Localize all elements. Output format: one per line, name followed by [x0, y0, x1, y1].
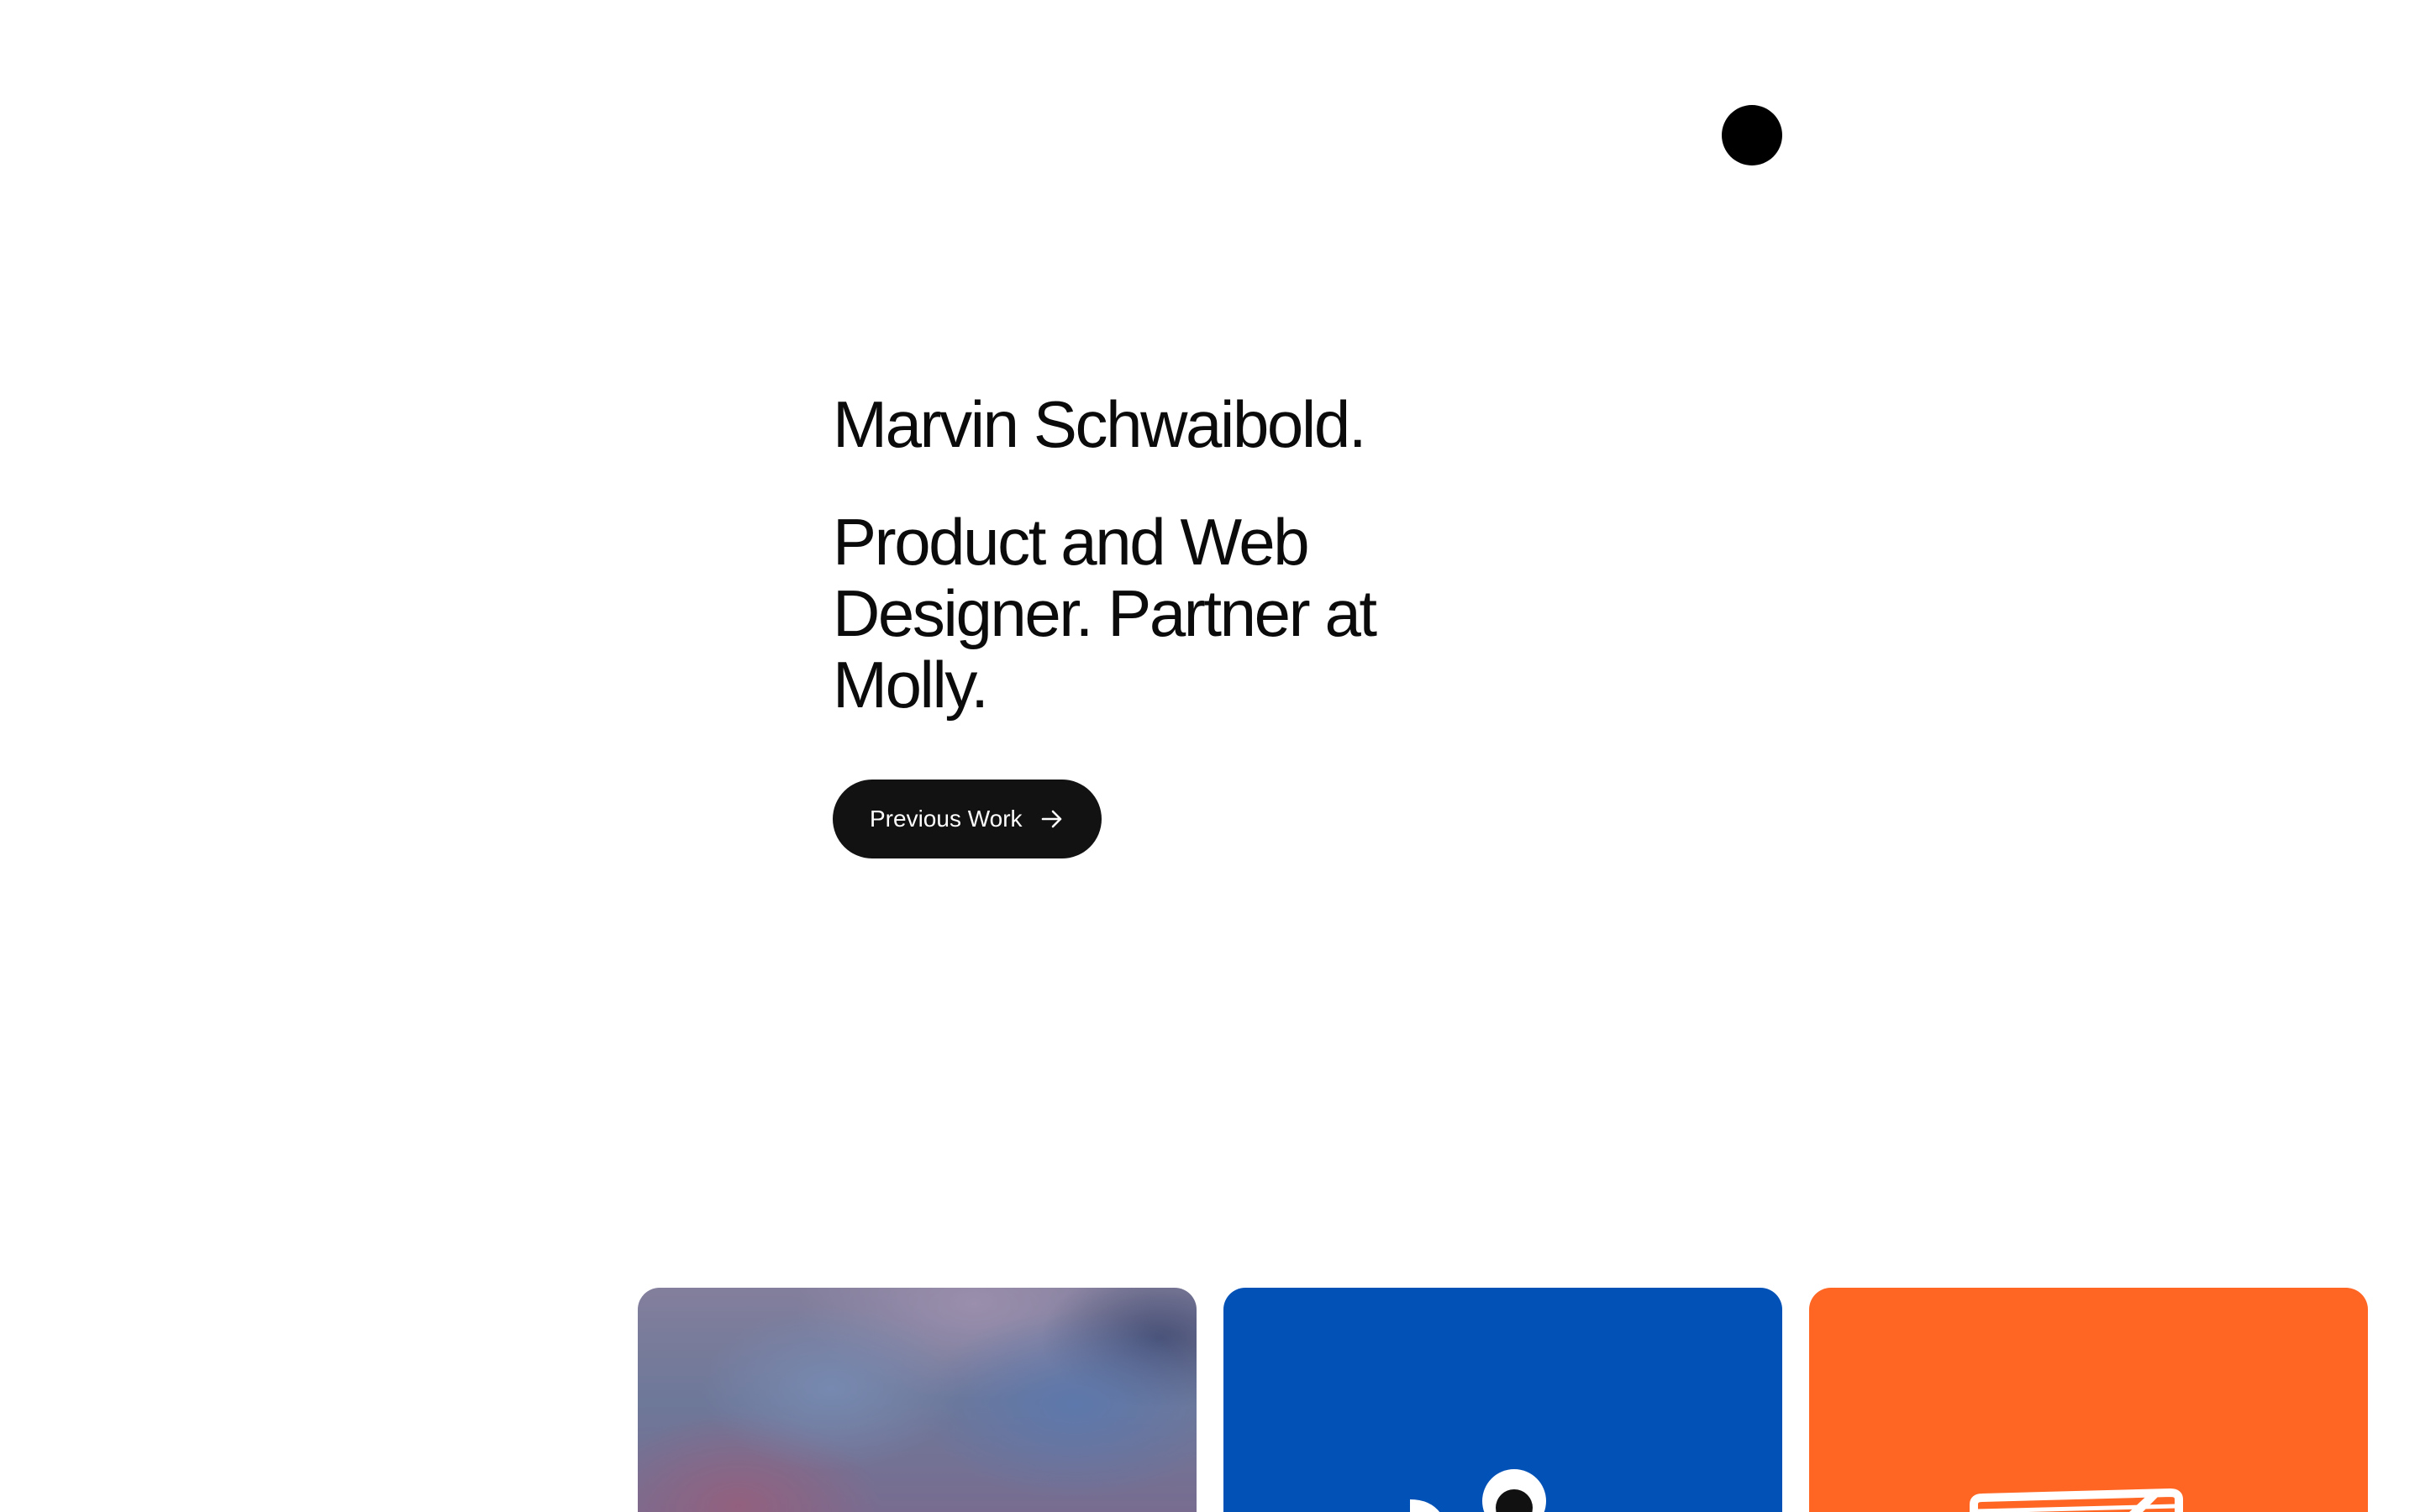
- project-card-orange[interactable]: [1809, 1288, 2368, 1512]
- hero-section: Marvin Schwaibold. Product and Web Desig…: [833, 382, 1471, 721]
- arrow-right-icon: [1041, 810, 1061, 828]
- project-card-blurred[interactable]: [638, 1288, 1197, 1512]
- hero-tagline: Product and Web Designer. Partner at Mol…: [833, 505, 1377, 722]
- previous-work-button[interactable]: Previous Work: [833, 780, 1102, 858]
- card-illustration-icon: [1410, 1469, 1546, 1512]
- project-card-blue[interactable]: [1223, 1288, 1782, 1512]
- card-illustration-icon: [1970, 1488, 2183, 1512]
- hero-name: Marvin Schwaibold.: [833, 387, 1366, 461]
- cursor-dot: [1722, 105, 1782, 165]
- previous-work-label: Previous Work: [870, 806, 1023, 832]
